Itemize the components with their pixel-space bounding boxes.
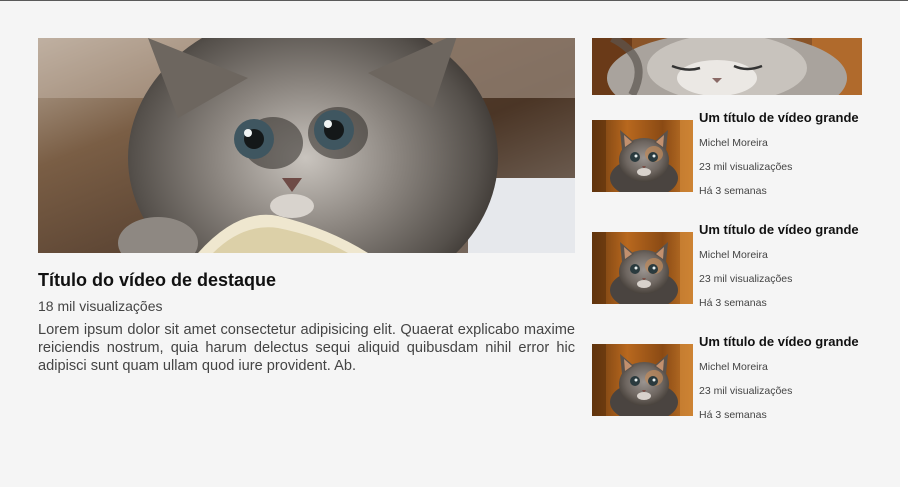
- video-title[interactable]: Um título de vídeo grande: [699, 222, 864, 238]
- video-thumbnail[interactable]: [592, 232, 693, 304]
- video-age: Há 3 semanas: [699, 409, 767, 421]
- sidebar: Um título de vídeo grande Michel Moreira…: [592, 38, 862, 421]
- video-author: Michel Moreira: [699, 249, 768, 261]
- video-item[interactable]: Um título de vídeo grande Michel Moreira…: [592, 110, 862, 210]
- video-author: Michel Moreira: [699, 137, 768, 149]
- video-info: Um título de vídeo grande Michel Moreira…: [699, 110, 864, 198]
- video-age: Há 3 semanas: [699, 185, 767, 197]
- video-title[interactable]: Um título de vídeo grande: [699, 110, 864, 126]
- video-info: Um título de vídeo grande Michel Moreira…: [699, 334, 864, 422]
- sidebar-banner-thumbnail[interactable]: [592, 38, 862, 95]
- featured-views: 18 mil visualizações: [38, 298, 163, 314]
- video-thumbnail[interactable]: [592, 120, 693, 192]
- featured-video: Título do vídeo de destaque 18 mil visua…: [38, 38, 575, 375]
- video-thumbnail[interactable]: [592, 344, 693, 416]
- page-gutter: [900, 1, 908, 487]
- video-views: 23 mil visualizações: [699, 273, 793, 285]
- video-item[interactable]: Um título de vídeo grande Michel Moreira…: [592, 334, 862, 434]
- video-age: Há 3 semanas: [699, 297, 767, 309]
- video-title[interactable]: Um título de vídeo grande: [699, 334, 864, 350]
- video-item[interactable]: Um título de vídeo grande Michel Moreira…: [592, 222, 862, 322]
- featured-title[interactable]: Título do vídeo de destaque: [38, 268, 575, 292]
- video-views: 23 mil visualizações: [699, 161, 793, 173]
- video-views: 23 mil visualizações: [699, 385, 793, 397]
- video-author: Michel Moreira: [699, 361, 768, 373]
- video-info: Um título de vídeo grande Michel Moreira…: [699, 222, 864, 310]
- featured-thumbnail[interactable]: [38, 38, 575, 253]
- featured-description: Lorem ipsum dolor sit amet consectetur a…: [38, 322, 575, 374]
